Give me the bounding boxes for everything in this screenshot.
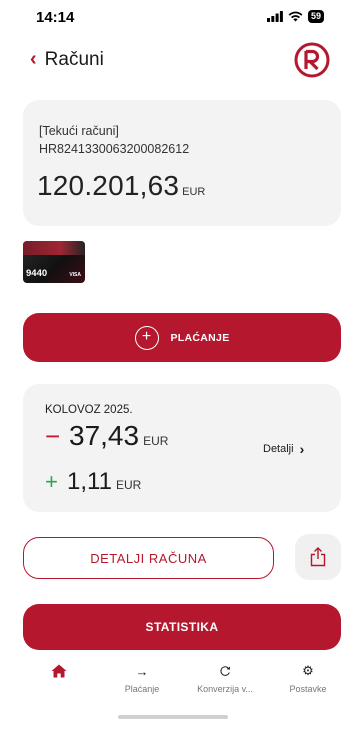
page-title: Računi xyxy=(44,48,104,70)
nav-home[interactable] xyxy=(23,660,95,708)
nav-conversion-label: Konverzija v... xyxy=(197,684,253,694)
nav-conversion[interactable]: Konverzija v... xyxy=(189,660,261,708)
status-bar: 14:14 59 xyxy=(0,0,344,36)
incoming-row: + 1,11 EUR xyxy=(45,468,141,496)
refresh-icon xyxy=(219,660,231,682)
bank-logo-icon[interactable] xyxy=(294,42,330,78)
share-icon xyxy=(310,547,326,567)
payment-button-label: PLAĆANJE xyxy=(170,331,230,344)
account-type: [Tekući računi] xyxy=(39,124,119,138)
outgoing-row: − 37,43 EUR xyxy=(45,420,168,452)
plus-icon: + xyxy=(45,469,58,494)
summary-month: KOLOVOZ 2025. xyxy=(45,404,133,416)
arrow-right-icon: → xyxy=(135,663,149,679)
outgoing-amount: 37,43 xyxy=(69,420,140,451)
account-balance: 120.201,63 EUR xyxy=(37,170,205,202)
plus-circle-icon: + xyxy=(134,325,159,350)
payment-card-thumbnail[interactable]: 9440 VISA xyxy=(23,241,85,283)
signal-icon xyxy=(266,11,283,22)
chevron-left-icon: ‹ xyxy=(30,48,37,70)
outgoing-currency: EUR xyxy=(143,434,169,448)
chevron-right-icon: › xyxy=(299,441,305,457)
statistics-button[interactable]: STATISTIKA xyxy=(23,604,341,650)
header: ‹ Računi xyxy=(0,40,344,88)
home-icon xyxy=(51,660,67,682)
nav-settings[interactable]: ⚙ Postavke xyxy=(272,660,344,708)
back-button[interactable]: ‹ Računi xyxy=(30,48,104,71)
nav-payments-label: Plaćanje xyxy=(124,684,160,694)
gear-icon: ⚙ xyxy=(302,663,314,678)
bottom-navigation: → Plaćanje Konverzija v... ⚙ Postavke xyxy=(23,660,344,708)
status-time: 14:14 xyxy=(36,9,75,26)
account-card[interactable]: [Tekući računi] HR8241330063200082612 12… xyxy=(23,100,341,226)
account-details-button[interactable]: DETALJI RAČUNA xyxy=(23,537,274,579)
incoming-amount: 1,11 xyxy=(67,468,112,495)
details-label: Detalji xyxy=(263,443,294,455)
balance-amount: 120.201,63 xyxy=(37,170,180,201)
balance-currency: EUR xyxy=(182,186,206,198)
minus-icon: − xyxy=(45,421,61,451)
nav-settings-label: Postavke xyxy=(289,684,327,694)
incoming-currency: EUR xyxy=(115,478,142,492)
card-last-digits: 9440 xyxy=(26,268,48,279)
summary-details-link[interactable]: Detalji › xyxy=(263,441,304,457)
account-iban: HR8241330063200082612 xyxy=(39,142,190,156)
card-decoration xyxy=(23,241,85,255)
card-brand: VISA xyxy=(69,272,81,278)
nav-payments[interactable]: → Plaćanje xyxy=(106,660,178,708)
monthly-summary-card: KOLOVOZ 2025. − 37,43 EUR Detalji › + 1,… xyxy=(23,384,341,512)
home-indicator xyxy=(118,715,228,719)
battery-indicator: 59 xyxy=(307,10,324,23)
wifi-icon xyxy=(288,11,303,22)
share-button[interactable] xyxy=(295,534,341,580)
status-icons: 59 xyxy=(266,10,324,23)
payment-button[interactable]: + PLAĆANJE xyxy=(23,313,341,362)
